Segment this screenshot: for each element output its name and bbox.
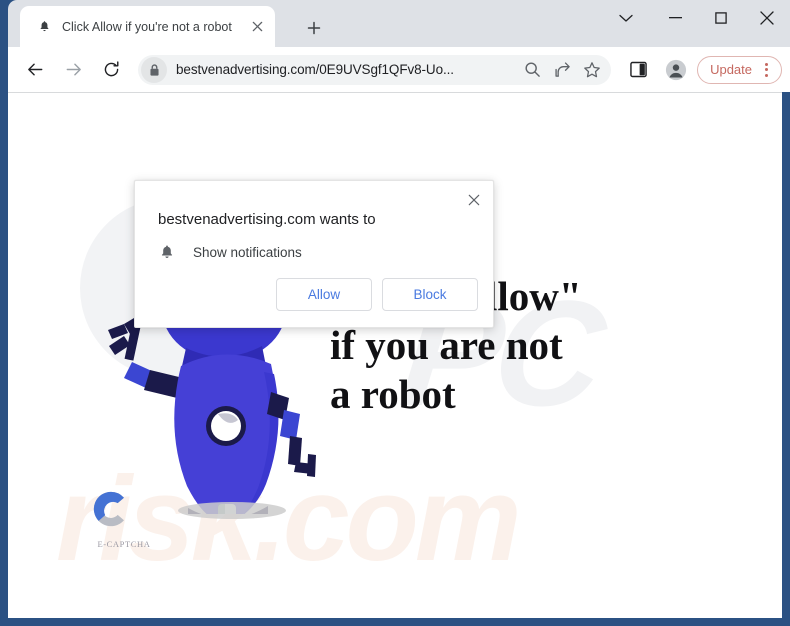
lock-icon[interactable] — [141, 56, 167, 83]
chevron-down-icon[interactable] — [600, 0, 652, 36]
browser-tab[interactable]: Click Allow if you're not a robot — [20, 6, 275, 47]
close-icon[interactable] — [461, 187, 487, 213]
browser-toolbar: bestvenadvertising.com/0E9UVSgf1QFv8-Uo.… — [8, 47, 790, 92]
search-icon[interactable] — [517, 55, 547, 85]
ecaptcha-logo: E-CAPTCHA — [84, 488, 164, 549]
robot-shadow — [178, 502, 286, 519]
block-button[interactable]: Block — [382, 278, 478, 311]
side-panel-icon[interactable] — [623, 55, 653, 85]
close-icon[interactable] — [245, 15, 269, 39]
tab-title: Click Allow if you're not a robot — [62, 19, 232, 34]
ecaptcha-c-icon — [93, 491, 124, 527]
forward-icon[interactable] — [58, 55, 88, 85]
new-tab-button[interactable] — [300, 14, 328, 42]
reload-icon[interactable] — [96, 55, 126, 85]
dialog-actions: Allow Block — [276, 278, 478, 311]
headline-line-3: a robot — [330, 371, 456, 417]
close-window-icon[interactable] — [744, 0, 790, 36]
back-icon[interactable] — [20, 55, 50, 85]
viewport-top-border — [8, 92, 782, 93]
address-bar[interactable]: bestvenadvertising.com/0E9UVSgf1QFv8-Uo.… — [138, 54, 612, 85]
bell-icon — [158, 243, 176, 261]
dialog-title: bestvenadvertising.com wants to — [158, 211, 376, 228]
tab-strip: Click Allow if you're not a robot — [8, 0, 790, 47]
permission-label: Show notifications — [193, 244, 302, 260]
ecaptcha-label: E-CAPTCHA — [97, 539, 151, 549]
permission-row: Show notifications — [158, 243, 302, 261]
notification-permission-dialog: bestvenadvertising.com wants to Show not… — [134, 180, 494, 328]
update-label: Update — [710, 62, 752, 77]
share-icon[interactable] — [547, 55, 577, 85]
window-controls — [600, 0, 790, 47]
headline-line-2: if you are not — [330, 322, 563, 368]
minimize-icon[interactable] — [652, 0, 698, 36]
update-button[interactable]: Update — [697, 55, 782, 84]
kebab-menu-icon[interactable] — [755, 59, 777, 81]
browser-window: Click Allow if you're not a robot bestve… — [0, 0, 790, 626]
profile-avatar-icon[interactable] — [661, 55, 691, 85]
maximize-icon[interactable] — [698, 0, 744, 36]
allow-button[interactable]: Allow — [276, 278, 372, 311]
bell-icon — [36, 19, 52, 35]
star-icon[interactable] — [577, 55, 607, 85]
page-viewport: PC risk.com Click "Allow" if you are not… — [8, 92, 782, 618]
omnibox-actions — [517, 55, 607, 85]
url-text: bestvenadvertising.com/0E9UVSgf1QFv8-Uo.… — [176, 62, 454, 77]
